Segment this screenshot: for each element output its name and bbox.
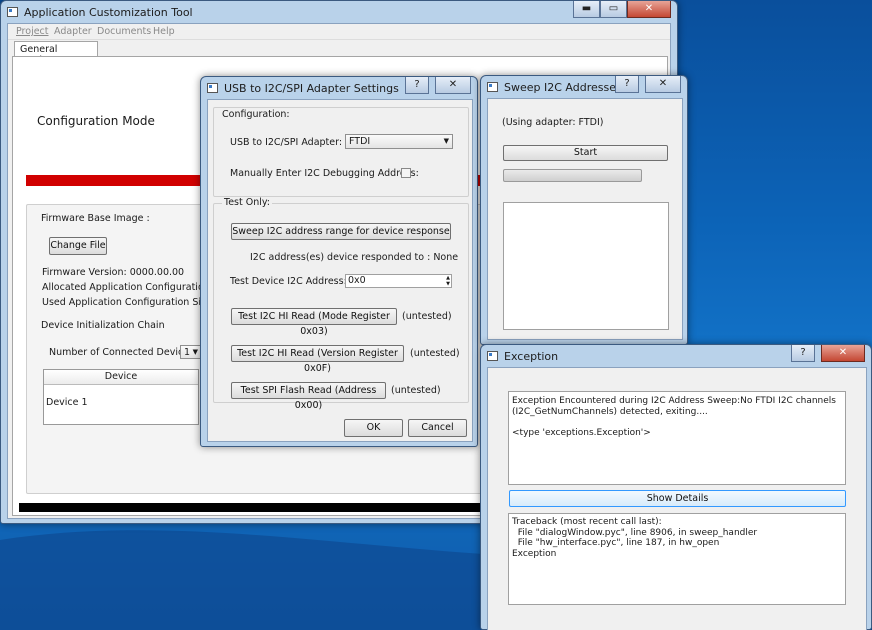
- sweep-progress-bar: [503, 169, 642, 182]
- adapter-title: USB to I2C/SPI Adapter Settings: [224, 81, 399, 95]
- chevron-down-icon: ▼: [192, 348, 198, 356]
- sweep-title: Sweep I2C Addresses: [504, 80, 622, 94]
- chevron-down-icon: ▼: [443, 137, 449, 145]
- manual-address-label: Manually Enter I2C Debugging Address:: [230, 168, 419, 179]
- ok-button[interactable]: OK: [344, 419, 403, 437]
- exception-type: <type 'exceptions.Exception'>: [512, 428, 651, 438]
- adapter-client: Configuration: USB to I2C/SPI Adapter: F…: [207, 99, 473, 442]
- exception-dialog: Exception ? ✕ Exception Encountered duri…: [480, 344, 872, 630]
- sweep-dialog: Sweep I2C Addresses ? ✕ (Using adapter: …: [480, 75, 688, 345]
- help-button[interactable]: ?: [791, 345, 815, 362]
- spin-arrows-icon[interactable]: ▲ ▼: [446, 275, 450, 287]
- tab-general-settings[interactable]: General Settings: [14, 41, 98, 66]
- adapter-value: FTDI: [349, 136, 371, 147]
- read-version-note: (untested): [410, 348, 460, 359]
- test-address-spinbox[interactable]: 0x0 ▲ ▼: [345, 274, 452, 288]
- adapter-dialog: USB to I2C/SPI Adapter Settings ? ✕ Conf…: [200, 76, 478, 447]
- firmware-version: Firmware Version: 0000.00.00: [42, 267, 185, 278]
- app-icon: [487, 351, 498, 361]
- help-button[interactable]: ?: [405, 77, 429, 94]
- configuration-group: [213, 107, 469, 197]
- test-address-value: 0x0: [348, 275, 366, 286]
- menu-adapter[interactable]: Adapter: [54, 26, 92, 37]
- show-details-button[interactable]: Show Details: [509, 490, 846, 507]
- num-devices-value: 1: [184, 347, 191, 358]
- device-chain-label: Device Initialization Chain: [41, 320, 165, 331]
- close-button[interactable]: ✕: [645, 76, 681, 93]
- cancel-button[interactable]: Cancel: [408, 419, 467, 437]
- manual-address-checkbox[interactable]: [401, 168, 411, 178]
- exception-message-line2: (I2C_GetNumChannels) detected, exiting..…: [512, 407, 708, 417]
- spi-flash-read-button[interactable]: Test SPI Flash Read (Address 0x00): [231, 382, 386, 411]
- start-button[interactable]: Start: [503, 145, 668, 161]
- close-button[interactable]: ✕: [821, 345, 865, 362]
- sweep-client: (Using adapter: FTDI) Start: [487, 98, 683, 340]
- menu-bar: Project Adapter Documents Help: [8, 24, 670, 40]
- sweep-results-list[interactable]: [503, 202, 669, 330]
- test-only-label: Test Only:: [222, 197, 272, 208]
- maximize-button[interactable]: ▭: [600, 1, 627, 18]
- close-button[interactable]: ✕: [627, 1, 671, 18]
- configuration-label: Configuration:: [222, 109, 290, 120]
- exception-message-box[interactable]: Exception Encountered during I2C Address…: [508, 391, 846, 485]
- app-icon: [207, 83, 218, 93]
- num-devices-label: Number of Connected Devices:: [49, 347, 198, 358]
- menu-help[interactable]: Help: [153, 26, 175, 37]
- firmware-group-label: Firmware Base Image :: [41, 213, 150, 224]
- sweep-button[interactable]: Sweep I2C address range for device respo…: [231, 223, 451, 240]
- close-button[interactable]: ✕: [435, 77, 471, 94]
- device-column-header[interactable]: Device: [44, 370, 198, 385]
- spi-flash-note: (untested): [391, 385, 441, 396]
- menu-project[interactable]: Project: [16, 26, 49, 37]
- read-mode-register-button[interactable]: Test I2C HI Read (Mode Register 0x03): [231, 308, 397, 337]
- exception-client: Exception Encountered during I2C Address…: [487, 367, 867, 630]
- responded-label: I2C address(es) device responded to : No…: [250, 252, 459, 263]
- traceback-line2: File "dialogWindow.pyc", line 8906, in s…: [512, 527, 758, 538]
- app-icon: [487, 82, 498, 92]
- menu-documents[interactable]: Documents: [97, 26, 151, 37]
- config-mode-label: Configuration Mode: [37, 114, 155, 128]
- read-version-register-button[interactable]: Test I2C HI Read (Version Register 0x0F): [231, 345, 404, 374]
- read-mode-note: (untested): [402, 311, 452, 322]
- traceback-box[interactable]: Traceback (most recent call last): File …: [508, 513, 846, 605]
- traceback-line4: Exception: [512, 548, 557, 559]
- num-devices-combo[interactable]: 1 ▼: [180, 345, 202, 359]
- app-icon: [7, 7, 18, 17]
- main-title: Application Customization Tool: [24, 5, 193, 19]
- help-button[interactable]: ?: [615, 76, 639, 93]
- using-adapter-label: (Using adapter: FTDI): [502, 117, 604, 128]
- exception-title: Exception: [504, 349, 559, 363]
- traceback-line3: File "hw_interface.pyc", line 187, in hw…: [512, 538, 720, 548]
- device-row[interactable]: Device 1: [44, 385, 198, 420]
- test-address-label: Test Device I2C Address:: [230, 276, 347, 287]
- device-table: Device Device 1: [43, 369, 199, 425]
- exception-message-line1: Exception Encountered during I2C Address…: [512, 396, 836, 406]
- traceback-line1: Traceback (most recent call last):: [512, 517, 662, 527]
- change-file-button[interactable]: Change File: [49, 237, 107, 255]
- black-bar: [19, 503, 489, 512]
- adapter-label: USB to I2C/SPI Adapter:: [230, 137, 343, 148]
- minimize-button[interactable]: ▬: [573, 1, 600, 18]
- adapter-combo[interactable]: FTDI ▼: [345, 134, 453, 149]
